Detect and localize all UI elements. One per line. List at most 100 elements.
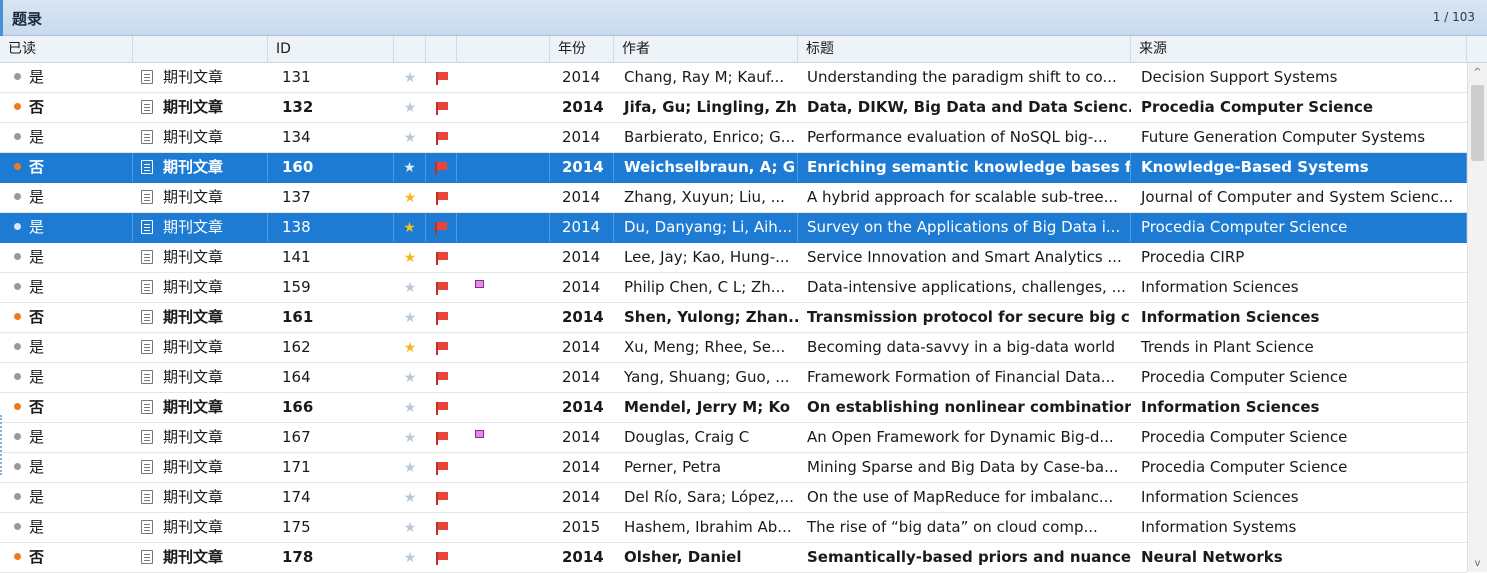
star-icon[interactable]: ★ (404, 130, 417, 146)
flag-cell[interactable] (426, 63, 457, 92)
star-icon[interactable]: ★ (404, 430, 417, 446)
star-cell[interactable]: ★ (394, 213, 426, 242)
star-icon[interactable]: ★ (403, 220, 416, 236)
flag-icon[interactable] (435, 402, 448, 415)
scroll-up-arrow-icon[interactable]: ^ (1468, 67, 1487, 79)
vertical-scrollbar[interactable]: ^ v (1467, 63, 1487, 572)
star-cell[interactable]: ★ (394, 243, 426, 272)
flag-cell[interactable] (426, 393, 457, 422)
flag-cell[interactable] (426, 543, 457, 572)
flag-cell[interactable] (426, 243, 457, 272)
star-icon[interactable]: ★ (404, 520, 417, 536)
table-row[interactable]: 是 期刊文章 137 ★ 2014 Zhang, Xuyun; Liu, ... A hyb… (0, 183, 1467, 213)
table-row[interactable]: 否 期刊文章 132 ★ 2014 Jifa, Gu; Lingling, Zh Data,… (0, 93, 1467, 123)
star-icon[interactable]: ★ (404, 100, 417, 116)
flag-icon[interactable] (435, 72, 448, 85)
column-header-type[interactable] (133, 36, 268, 62)
table-row[interactable]: 否 期刊文章 178 ★ 2014 Olsher, Daniel Semantically-… (0, 543, 1467, 573)
star-cell[interactable]: ★ (394, 363, 426, 392)
flag-cell[interactable] (426, 333, 457, 362)
star-icon[interactable]: ★ (404, 190, 417, 206)
star-icon[interactable]: ★ (404, 310, 417, 326)
star-cell[interactable]: ★ (394, 153, 426, 182)
table-row[interactable]: 是 期刊文章 175 ★ 2015 Hashem, Ibrahim Ab... The ri… (0, 513, 1467, 543)
flag-icon[interactable] (435, 192, 448, 205)
flag-icon[interactable] (435, 432, 448, 445)
table-row[interactable]: 是 期刊文章 134 ★ 2014 Barbierato, Enrico; G... Per… (0, 123, 1467, 153)
flag-cell[interactable] (426, 123, 457, 152)
table-row[interactable]: 是 期刊文章 167 ★ 2014 Douglas, Craig C An Open Fra… (0, 423, 1467, 453)
star-cell[interactable]: ★ (394, 513, 426, 542)
flag-icon[interactable] (435, 462, 448, 475)
table-row[interactable]: 是 期刊文章 159 ★ 2014 Philip Chen, C L; Zh... Data… (0, 273, 1467, 303)
table-row[interactable]: 是 期刊文章 174 ★ 2014 Del Río, Sara; López,... On … (0, 483, 1467, 513)
table-row[interactable]: 是 期刊文章 171 ★ 2014 Perner, Petra Mining Sparse … (0, 453, 1467, 483)
table-row[interactable]: 否 期刊文章 161 ★ 2014 Shen, Yulong; Zhan.. Transmi… (0, 303, 1467, 333)
star-icon[interactable]: ★ (404, 400, 417, 416)
star-icon[interactable]: ★ (404, 550, 417, 566)
column-header-tag[interactable] (457, 36, 550, 62)
table-row[interactable]: 是 期刊文章 138 ★ 2014 Du, Danyang; Li, Aih... Surv… (0, 213, 1467, 243)
column-header-year[interactable]: 年份 (550, 36, 614, 62)
column-header-title[interactable]: 标题 (798, 36, 1131, 62)
flag-icon[interactable] (435, 252, 448, 265)
star-cell[interactable]: ★ (394, 543, 426, 572)
flag-icon[interactable] (435, 222, 447, 235)
flag-icon[interactable] (435, 342, 448, 355)
flag-cell[interactable] (426, 423, 457, 452)
flag-cell[interactable] (426, 153, 457, 182)
flag-cell[interactable] (426, 453, 457, 482)
star-icon[interactable]: ★ (404, 250, 417, 266)
star-icon[interactable]: ★ (404, 70, 417, 86)
table-row[interactable]: 否 期刊文章 160 ★ 2014 Weichselbraun, A; G Enrichin… (0, 153, 1467, 183)
column-header-star[interactable] (394, 36, 426, 62)
star-cell[interactable]: ★ (394, 303, 426, 332)
flag-cell[interactable] (426, 363, 457, 392)
column-header-id[interactable]: ID (268, 36, 394, 62)
column-header-read[interactable]: 已读 (0, 36, 133, 62)
star-cell[interactable]: ★ (394, 423, 426, 452)
table-row[interactable]: 是 期刊文章 131 ★ 2014 Chang, Ray M; Kauf... Unders… (0, 63, 1467, 93)
column-header-source[interactable]: 来源 (1131, 36, 1467, 62)
star-cell[interactable]: ★ (394, 63, 426, 92)
flag-cell[interactable] (426, 513, 457, 542)
star-cell[interactable]: ★ (394, 123, 426, 152)
star-icon[interactable]: ★ (404, 370, 417, 386)
star-cell[interactable]: ★ (394, 273, 426, 302)
splitter-grip[interactable] (0, 415, 4, 475)
star-cell[interactable]: ★ (394, 453, 426, 482)
scrollbar-thumb[interactable] (1471, 85, 1484, 161)
flag-icon[interactable] (435, 372, 448, 385)
flag-cell[interactable] (426, 273, 457, 302)
column-header-flag[interactable] (426, 36, 457, 62)
flag-cell[interactable] (426, 483, 457, 512)
flag-icon[interactable] (435, 522, 448, 535)
star-cell[interactable]: ★ (394, 483, 426, 512)
star-icon[interactable]: ★ (404, 460, 417, 476)
flag-cell[interactable] (426, 213, 457, 242)
flag-icon[interactable] (435, 552, 448, 565)
star-icon[interactable]: ★ (404, 490, 417, 506)
star-icon[interactable]: ★ (404, 280, 417, 296)
flag-icon[interactable] (435, 312, 448, 325)
table-row[interactable]: 否 期刊文章 166 ★ 2014 Mendel, Jerry M; Ko On estab… (0, 393, 1467, 423)
table-row[interactable]: 是 期刊文章 164 ★ 2014 Yang, Shuang; Guo, ... Frame… (0, 363, 1467, 393)
table-row[interactable]: 是 期刊文章 162 ★ 2014 Xu, Meng; Rhee, Se... Becomi… (0, 333, 1467, 363)
flag-icon[interactable] (435, 282, 448, 295)
flag-icon[interactable] (435, 492, 448, 505)
flag-icon[interactable] (435, 162, 447, 175)
flag-icon[interactable] (435, 132, 448, 145)
star-cell[interactable]: ★ (394, 333, 426, 362)
flag-icon[interactable] (435, 102, 448, 115)
star-icon[interactable]: ★ (404, 340, 417, 356)
flag-cell[interactable] (426, 303, 457, 332)
star-cell[interactable]: ★ (394, 393, 426, 422)
star-icon[interactable]: ★ (403, 160, 416, 176)
column-header-author[interactable]: 作者 (614, 36, 798, 62)
star-cell[interactable]: ★ (394, 93, 426, 122)
flag-cell[interactable] (426, 183, 457, 212)
table-row[interactable]: 是 期刊文章 141 ★ 2014 Lee, Jay; Kao, Hung-... Serv… (0, 243, 1467, 273)
scroll-down-arrow-icon[interactable]: v (1468, 558, 1487, 570)
flag-cell[interactable] (426, 93, 457, 122)
star-cell[interactable]: ★ (394, 183, 426, 212)
